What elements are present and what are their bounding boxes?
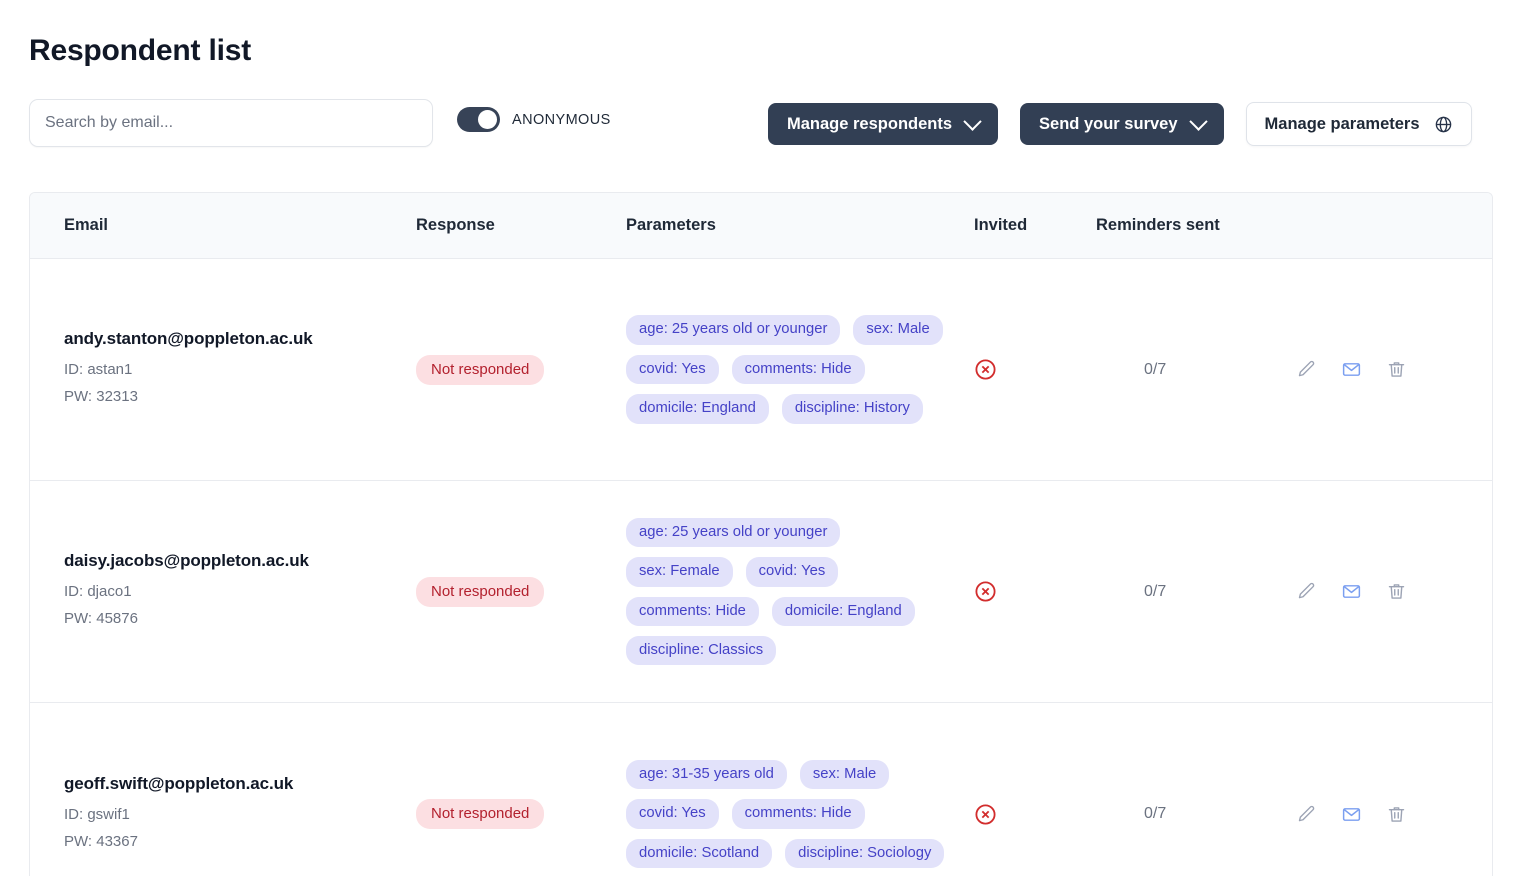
parameter-tag[interactable]: covid: Yes xyxy=(626,354,719,385)
column-header-invited: Invited xyxy=(974,216,1028,234)
cell-reminders-sent: 0/7 xyxy=(1096,361,1296,379)
column-header-reminders-sent: Reminders sent xyxy=(1096,216,1220,234)
manage-respondents-button[interactable]: Manage respondents xyxy=(768,103,999,145)
reminders-sent-value: 0/7 xyxy=(1144,582,1167,600)
cell-reminders-sent: 0/7 xyxy=(1096,583,1296,601)
status-badge: Not responded xyxy=(416,354,545,385)
respondent-id: ID: astan1 xyxy=(64,361,133,378)
row-action-group xyxy=(1296,581,1454,602)
parameter-tag[interactable]: domicile: England xyxy=(771,596,915,626)
parameter-tag[interactable]: domicile: England xyxy=(626,394,769,424)
respondent-email: geoff.swift@poppleton.ac.uk xyxy=(64,773,294,793)
parameter-tag[interactable]: sex: Male xyxy=(853,315,943,345)
column-header-email: Email xyxy=(64,216,109,234)
cell-invited xyxy=(974,580,1096,603)
parameter-tag[interactable]: domicile: Scotland xyxy=(626,838,773,869)
manage-parameters-button[interactable]: Manage parameters xyxy=(1245,102,1472,146)
cell-parameters: age: 25 years old or younger sex: Male cov… xyxy=(626,315,974,424)
parameter-tag[interactable]: comments: Hide xyxy=(626,596,759,626)
table-body: andy.stanton@poppleton.ac.uk ID: astan1 PW… xyxy=(30,259,1492,876)
anonymous-toggle-group: ANONYMOUS xyxy=(457,107,611,132)
send-your-survey-label: Send your survey xyxy=(1039,114,1178,133)
parameter-tag[interactable]: sex: Male xyxy=(799,759,890,790)
respondent-pw: PW: 32313 xyxy=(64,388,138,405)
reminders-sent-value: 0/7 xyxy=(1144,805,1167,822)
cell-response: Not responded xyxy=(416,799,626,829)
manage-parameters-label: Manage parameters xyxy=(1264,114,1420,133)
table-header-row: Email Response Parameters Invited Remind… xyxy=(30,193,1492,259)
cell-actions xyxy=(1296,359,1454,380)
envelope-icon[interactable] xyxy=(1341,581,1362,602)
cell-parameters: age: 25 years old or younger sex: Female c… xyxy=(626,517,974,666)
not-invited-icon xyxy=(974,358,997,381)
parameter-tag[interactable]: comments: Hide xyxy=(731,799,865,829)
respondents-table: Email Response Parameters Invited Remind… xyxy=(29,192,1493,876)
respondent-id: ID: djaco1 xyxy=(64,583,132,600)
toggle-knob xyxy=(478,110,497,129)
chevron-down-icon xyxy=(1188,111,1208,131)
parameter-tag[interactable]: age: 31-35 years old xyxy=(626,759,787,790)
trash-icon[interactable] xyxy=(1386,804,1407,825)
send-your-survey-button[interactable]: Send your survey xyxy=(1020,103,1224,145)
parameter-tag[interactable]: sex: Female xyxy=(626,557,733,587)
cell-actions xyxy=(1296,581,1454,602)
envelope-icon[interactable] xyxy=(1341,359,1362,380)
parameter-tag[interactable]: discipline: History xyxy=(781,394,923,424)
not-invited-icon xyxy=(974,803,997,826)
trash-icon[interactable] xyxy=(1386,581,1407,602)
column-header-response: Response xyxy=(416,216,495,234)
cell-parameters: age: 31-35 years old sex: Male covid: Yes c… xyxy=(626,759,974,869)
reminders-sent-value: 0/7 xyxy=(1144,360,1167,378)
status-badge: Not responded xyxy=(416,576,545,607)
respondent-list-page: Respondent list ANONYMOUS Manage respond… xyxy=(0,0,1524,876)
respondent-email: daisy.jacobs@poppleton.ac.uk xyxy=(64,551,309,570)
parameter-tag[interactable]: covid: Yes xyxy=(745,557,839,587)
parameter-tag-list: age: 31-35 years old sex: Male covid: Yes c… xyxy=(626,759,956,869)
cell-reminders-sent: 0/7 xyxy=(1096,805,1296,823)
cell-invited xyxy=(974,803,1096,826)
chevron-down-icon xyxy=(963,111,982,131)
row-action-group xyxy=(1296,804,1454,825)
page-title: Respondent list xyxy=(29,34,252,67)
pencil-icon[interactable] xyxy=(1296,359,1317,380)
globe-icon xyxy=(1434,115,1453,134)
respondent-id: ID: gswif1 xyxy=(64,805,130,823)
table-row: andy.stanton@poppleton.ac.uk ID: astan1 PW… xyxy=(30,259,1492,481)
parameter-tag[interactable]: discipline: Sociology xyxy=(785,838,945,869)
pencil-icon[interactable] xyxy=(1296,581,1317,602)
table-row: daisy.jacobs@poppleton.ac.uk ID: djaco1 PW… xyxy=(30,481,1492,703)
respondent-pw: PW: 43367 xyxy=(64,832,138,850)
cell-response: Not responded xyxy=(416,576,626,607)
not-invited-icon xyxy=(974,580,997,603)
respondent-pw: PW: 45876 xyxy=(64,610,138,627)
trash-icon[interactable] xyxy=(1386,359,1407,380)
manage-respondents-label: Manage respondents xyxy=(787,114,953,133)
row-action-group xyxy=(1296,359,1454,380)
cell-actions xyxy=(1296,804,1454,825)
respondent-email: andy.stanton@poppleton.ac.uk xyxy=(64,329,313,348)
cell-invited xyxy=(974,358,1096,381)
parameter-tag-list: age: 25 years old or younger sex: Female c… xyxy=(626,517,956,666)
anonymous-toggle[interactable] xyxy=(457,107,500,132)
cell-email: geoff.swift@poppleton.ac.uk ID: gswif1 PW:… xyxy=(30,774,416,855)
parameter-tag[interactable]: age: 25 years old or younger xyxy=(626,517,841,548)
search-input[interactable] xyxy=(29,99,433,147)
toolbar-buttons: Manage respondents Send your survey Mana… xyxy=(768,102,1472,146)
column-header-parameters: Parameters xyxy=(626,216,716,234)
parameter-tag-list: age: 25 years old or younger sex: Male cov… xyxy=(626,315,956,424)
parameter-tag[interactable]: covid: Yes xyxy=(626,799,719,829)
cell-email: daisy.jacobs@poppleton.ac.uk ID: djaco1 PW… xyxy=(30,551,416,632)
parameter-tag[interactable]: comments: Hide xyxy=(731,354,865,385)
anonymous-toggle-label: ANONYMOUS xyxy=(512,111,611,128)
cell-response: Not responded xyxy=(416,354,626,385)
envelope-icon[interactable] xyxy=(1341,804,1362,825)
parameter-tag[interactable]: age: 25 years old or younger xyxy=(626,315,841,345)
pencil-icon[interactable] xyxy=(1296,804,1317,825)
status-badge: Not responded xyxy=(416,799,545,829)
cell-email: andy.stanton@poppleton.ac.uk ID: astan1 PW… xyxy=(30,329,416,410)
toolbar: ANONYMOUS Manage respondents Send your s… xyxy=(29,99,1493,149)
table-row: geoff.swift@poppleton.ac.uk ID: gswif1 PW:… xyxy=(30,703,1492,876)
parameter-tag[interactable]: discipline: Classics xyxy=(626,635,777,666)
